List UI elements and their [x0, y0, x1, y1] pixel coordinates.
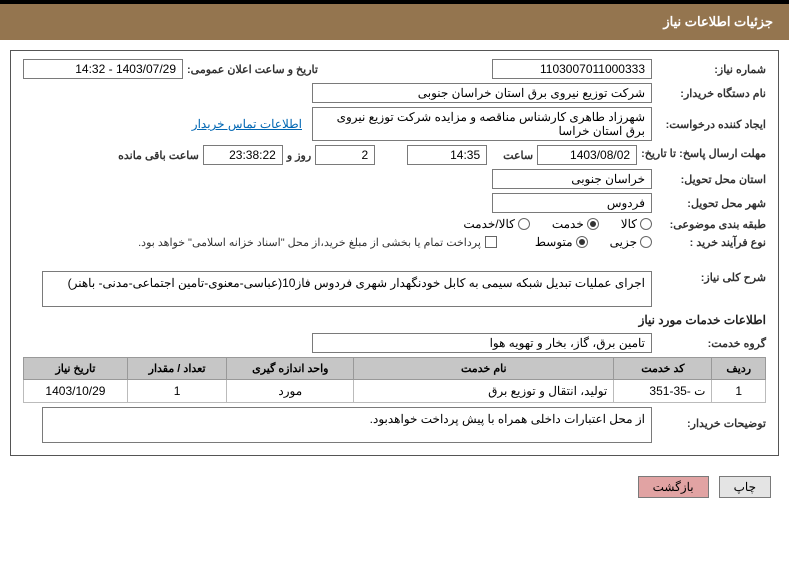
row-buyer-notes: توضیحات خریدار: از محل اعتبارات داخلی هم… — [23, 407, 766, 443]
row-purchase-type: نوع فرآیند خرید : جزیی متوسط پرداخت تمام… — [23, 235, 766, 249]
radio-checked-icon — [587, 218, 599, 230]
th-row: ردیف — [712, 358, 766, 380]
overall-desc-value: اجرای عملیات تبدیل شبکه سیمی به کابل خود… — [42, 271, 652, 307]
purchase-medium-label: متوسط — [535, 235, 573, 249]
requestor-label: ایجاد کننده درخواست: — [656, 118, 766, 131]
th-name: نام خدمت — [354, 358, 614, 380]
service-table: ردیف کد خدمت نام خدمت واحد اندازه گیری ت… — [23, 357, 766, 403]
row-subject-cat: طبقه بندی موضوعی: کالا خدمت کالا/خدمت — [23, 217, 766, 231]
form-panel: شماره نیاز: 1103007011000333 تاریخ و ساع… — [10, 50, 779, 456]
th-code: کد خدمت — [614, 358, 712, 380]
service-group-label: گروه خدمت: — [656, 337, 766, 350]
row-service-group: گروه خدمت: تامین برق، گاز، بخار و تهویه … — [23, 333, 766, 353]
province-label: استان محل تحویل: — [656, 173, 766, 186]
th-unit: واحد اندازه گیری — [227, 358, 354, 380]
panel-header: جزئیات اطلاعات نیاز — [0, 0, 789, 40]
table-row: 1 ت -35-351 تولید، انتقال و توزیع برق مو… — [24, 380, 766, 403]
panel-title: جزئیات اطلاعات نیاز — [663, 14, 773, 29]
deadline-label: مهلت ارسال پاسخ: تا تاریخ: — [641, 148, 766, 161]
cell-code: ت -35-351 — [614, 380, 712, 403]
radio-checked-icon — [576, 236, 588, 248]
table-header-row: ردیف کد خدمت نام خدمت واحد اندازه گیری ت… — [24, 358, 766, 380]
remaining-days: 2 — [315, 145, 375, 165]
remaining-suffix: ساعت باقی مانده — [118, 149, 199, 162]
purchase-minor-option[interactable]: جزیی — [610, 235, 652, 249]
subject-both-option[interactable]: کالا/خدمت — [463, 217, 529, 231]
radio-icon — [640, 218, 652, 230]
radio-icon — [640, 236, 652, 248]
service-group-value: تامین برق، گاز، بخار و تهویه هوا — [312, 333, 652, 353]
subject-cat-label: طبقه بندی موضوعی: — [656, 218, 766, 231]
row-requestor: ایجاد کننده درخواست: شهرزاد طاهری کارشنا… — [23, 107, 766, 141]
purchase-minor-label: جزیی — [610, 235, 637, 249]
purchase-type-label: نوع فرآیند خرید : — [656, 236, 766, 249]
province-value: خراسان جنوبی — [492, 169, 652, 189]
need-no-value: 1103007011000333 — [492, 59, 652, 79]
row-need-no: شماره نیاز: 1103007011000333 تاریخ و ساع… — [23, 59, 766, 79]
purchase-medium-option[interactable]: متوسط — [535, 235, 588, 249]
city-value: فردوس — [492, 193, 652, 213]
subject-service-label: خدمت — [552, 217, 584, 231]
back-button[interactable]: بازگشت — [638, 476, 709, 498]
subject-goods-option[interactable]: کالا — [621, 217, 652, 231]
requestor-value: شهرزاد طاهری کارشناس مناقصه و مزایده شرک… — [312, 107, 652, 141]
th-needdate: تاریخ نیاز — [24, 358, 128, 380]
cell-name: تولید، انتقال و توزیع برق — [354, 380, 614, 403]
subject-both-label: کالا/خدمت — [463, 217, 514, 231]
button-row: چاپ بازگشت — [0, 466, 789, 514]
deadline-date: 1403/08/02 — [537, 145, 637, 165]
row-province: استان محل تحویل: خراسان جنوبی — [23, 169, 766, 189]
page-container: جزئیات اطلاعات نیاز شماره نیاز: 11030070… — [0, 0, 789, 514]
buyer-contact-link[interactable]: اطلاعات تماس خریدار — [192, 117, 302, 131]
announce-value: 1403/07/29 - 14:32 — [23, 59, 183, 79]
buyer-org-value: شرکت توزیع نیروی برق استان خراسان جنوبی — [312, 83, 652, 103]
announce-label: تاریخ و ساعت اعلان عمومی: — [187, 63, 318, 76]
row-deadline: مهلت ارسال پاسخ: تا تاریخ: 1403/08/02 سا… — [23, 145, 766, 165]
overall-desc-label: شرح کلی نیاز: — [656, 271, 766, 284]
buyer-org-label: نام دستگاه خریدار: — [656, 87, 766, 100]
cell-idx: 1 — [712, 380, 766, 403]
cell-qty: 1 — [127, 380, 226, 403]
need-no-label: شماره نیاز: — [656, 63, 766, 76]
row-city: شهر محل تحویل: فردوس — [23, 193, 766, 213]
radio-icon — [518, 218, 530, 230]
row-buyer-org: نام دستگاه خریدار: شرکت توزیع نیروی برق … — [23, 83, 766, 103]
service-info-title: اطلاعات خدمات مورد نیاز — [23, 313, 766, 327]
cell-needdate: 1403/10/29 — [24, 380, 128, 403]
buyer-notes-value: از محل اعتبارات داخلی همراه با پیش پرداخ… — [42, 407, 652, 443]
row-overall-desc: شرح کلی نیاز: اجرای عملیات تبدیل شبکه سی… — [23, 271, 766, 307]
payment-note: پرداخت تمام یا بخشی از مبلغ خرید،از محل … — [138, 236, 481, 249]
remaining-days-suffix: روز و — [287, 149, 311, 162]
time-label: ساعت — [503, 149, 533, 162]
payment-checkbox[interactable] — [485, 236, 497, 248]
buyer-notes-label: توضیحات خریدار: — [656, 407, 766, 430]
subject-goods-label: کالا — [621, 217, 637, 231]
cell-unit: مورد — [227, 380, 354, 403]
city-label: شهر محل تحویل: — [656, 197, 766, 210]
remaining-clock: 23:38:22 — [203, 145, 283, 165]
subject-service-option[interactable]: خدمت — [552, 217, 599, 231]
print-button[interactable]: چاپ — [719, 476, 771, 498]
deadline-time: 14:35 — [407, 145, 487, 165]
th-qty: تعداد / مقدار — [127, 358, 226, 380]
